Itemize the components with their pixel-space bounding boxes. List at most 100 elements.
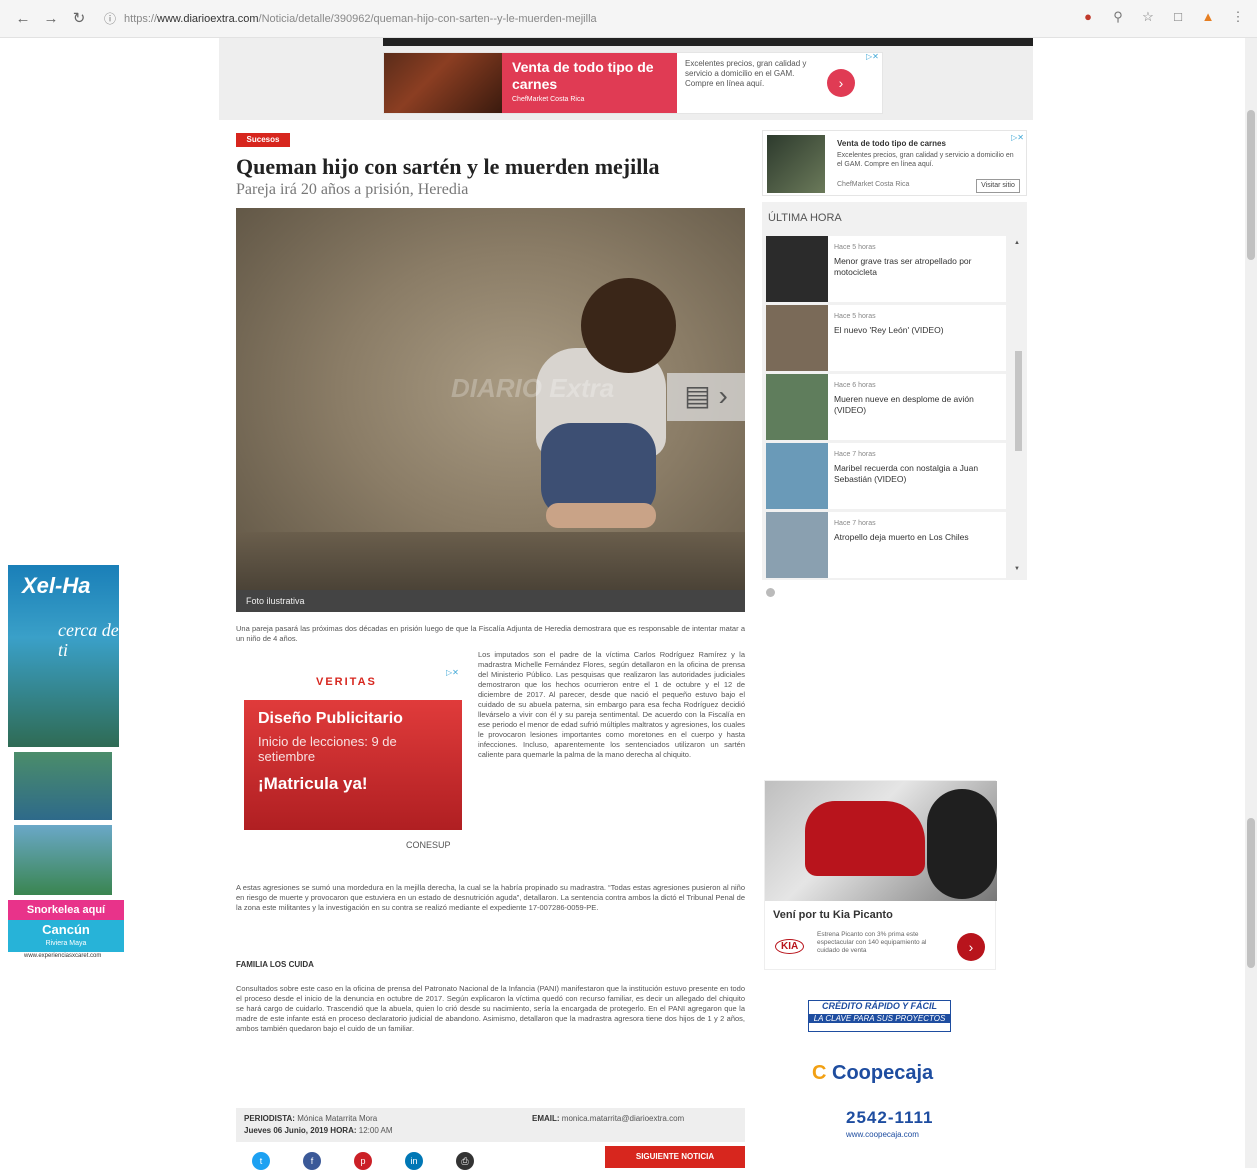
address-bar[interactable]: ⓘ https:// www.diarioextra.com /Noticia/… <box>104 10 597 27</box>
info-icon[interactable] <box>766 588 775 597</box>
news-time: Hace 7 horas <box>834 451 876 458</box>
coop-brand: Coopecaja <box>832 1062 934 1084</box>
news-thumbnail <box>766 512 828 578</box>
article-body-column: Los imputados son el padre de la víctima… <box>478 650 745 759</box>
adchoices-icon[interactable]: ▷✕ <box>446 668 459 677</box>
ad-footer: CONESUP <box>406 840 451 850</box>
top-ad[interactable]: Venta de todo tipo de carnes ChefMarket … <box>383 52 883 114</box>
left-skyscraper-ad[interactable]: ▷✕ Xel-Ha cerca de ti Snorkelea aquí Can… <box>8 565 124 960</box>
linkedin-icon[interactable]: in <box>405 1152 423 1170</box>
adchoices-icon[interactable]: ▷✕ <box>866 52 879 61</box>
latest-news-list: Hace 5 horas Menor grave tras ser atrope… <box>766 236 1008 578</box>
ad-logo: VERITAS <box>316 676 377 688</box>
scrollbar-thumb[interactable] <box>1247 110 1255 260</box>
latest-news-scrollbar[interactable]: ▲ ▼ <box>1012 236 1024 576</box>
zoom-icon[interactable]: ⚲ <box>1109 8 1127 26</box>
article-body: Consultados sobre este caso en la oficin… <box>236 984 745 1033</box>
car-graphic <box>805 801 925 876</box>
article-headline: Queman hijo con sartén y le muerden meji… <box>236 154 660 179</box>
reload-icon[interactable]: ↻ <box>68 8 90 30</box>
photo-child-head <box>581 278 676 373</box>
ad-image <box>384 53 502 113</box>
coopecaja-logo[interactable]: C Coopecaja <box>812 1062 933 1085</box>
list-item[interactable]: Hace 5 horas El nuevo 'Rey León' (VIDEO) <box>766 305 1006 371</box>
ad-image <box>767 135 825 193</box>
inline-ad[interactable]: ▷✕ VERITAS Diseño Publicitario Inicio de… <box>236 668 466 858</box>
info-icon[interactable]: ⓘ <box>104 10 116 27</box>
print-icon[interactable]: ⎙ <box>456 1152 474 1170</box>
chevron-right-icon[interactable]: › <box>827 69 855 97</box>
news-title: Atropello deja muerto en Los Chiles <box>834 532 969 542</box>
ad-banner: Diseño Publicitario Inicio de lecciones:… <box>244 700 462 830</box>
page-scrollbar[interactable] <box>1245 38 1257 1168</box>
list-item[interactable]: Hace 7 horas Atropello deja muerto en Lo… <box>766 512 1006 578</box>
scrollbar-thumb[interactable] <box>1247 818 1255 968</box>
adchoices-icon[interactable]: ▷✕ <box>1011 133 1024 142</box>
article-subhead: Pareja irá 20 años a prisión, Heredia <box>236 181 469 198</box>
photo-watermark: DIARIO Extra <box>451 373 615 403</box>
photo-floor <box>236 532 745 592</box>
kia-ad[interactable]: Vení por tu Kia Picanto KIA Estrena Pica… <box>764 780 997 970</box>
ad-title: Vení por tu Kia Picanto <box>773 909 893 921</box>
next-article-button[interactable]: SIGUIENTE NOTICIA <box>605 1146 745 1168</box>
scrollbar-thumb[interactable] <box>1015 351 1022 451</box>
chevron-right-icon[interactable]: › <box>957 933 985 961</box>
ad-description: Estrena Picanto con 3% prima este espect… <box>817 931 927 954</box>
visit-site-button[interactable]: Visitar sitio <box>976 179 1020 193</box>
coopecaja-banner[interactable]: CRÉDITO RÁPIDO Y FÁCIL LA CLAVE PARA SUS… <box>808 1000 951 1032</box>
scroll-down-icon[interactable]: ▼ <box>1014 566 1020 572</box>
hero-photo[interactable]: DIARIO Extra ▤ › Foto ilustrativa <box>236 208 745 612</box>
news-title: Mueren nueve en desplome de avión (VIDEO… <box>834 394 974 415</box>
coop-line2: LA CLAVE PARA SUS PROYECTOS <box>809 1014 950 1023</box>
list-item[interactable]: Hace 6 horas Mueren nueve en desplome de… <box>766 374 1006 440</box>
scroll-up-icon[interactable]: ▲ <box>1014 240 1020 246</box>
list-item[interactable]: Hace 5 horas Menor grave tras ser atrope… <box>766 236 1006 302</box>
journalist-email[interactable]: monica.matarrita@diarioextra.com <box>562 1114 684 1123</box>
tire-graphic <box>927 789 997 899</box>
ad-url: www.experienciasxcaret.com <box>24 953 102 959</box>
pinterest-icon[interactable]: p <box>354 1152 372 1170</box>
ad-description: Excelentes precios, gran calidad y servi… <box>837 152 1014 168</box>
ad-brand: ChefMarket Costa Rica <box>512 96 585 103</box>
news-thumbnail <box>766 443 828 509</box>
article-lead: Una pareja pasará las próximas dos décad… <box>236 624 745 643</box>
photo-child-feet <box>546 503 656 528</box>
journalist-name: Mónica Matarrita Mora <box>297 1114 378 1123</box>
article-subtitle: FAMILIA LOS CUIDA <box>236 960 314 969</box>
ad-image <box>765 781 997 901</box>
sidebar-ad[interactable]: Venta de todo tipo de carnes Excelentes … <box>762 130 1027 196</box>
star-icon[interactable]: ☆ <box>1139 8 1157 26</box>
ad-description: Excelentes precios, gran calidad y servi… <box>685 59 807 88</box>
extension-icon[interactable]: ▲ <box>1199 8 1217 26</box>
news-title: El nuevo 'Rey León' (VIDEO) <box>834 325 944 335</box>
forward-icon[interactable]: → <box>40 8 62 30</box>
coop-phone: 2542-1111 <box>846 1108 934 1127</box>
news-time: Hace 6 horas <box>834 382 876 389</box>
news-thumbnail <box>766 305 828 371</box>
twitter-icon[interactable]: t <box>252 1152 270 1170</box>
article-body: A estas agresiones se sumó una mordedura… <box>236 883 745 912</box>
ad-line2: Inicio de lecciones: 9 de setiembre <box>258 734 397 764</box>
ad-image: Xel-Ha cerca de ti <box>8 565 119 747</box>
back-icon[interactable]: ← <box>12 8 34 30</box>
extension-icon[interactable]: ● <box>1079 8 1097 26</box>
news-time: Hace 5 horas <box>834 313 876 320</box>
photo-caption: Foto ilustrativa <box>236 590 745 612</box>
browser-toolbar: ← → ↻ ⓘ https:// www.diarioextra.com /No… <box>0 0 1257 38</box>
menu-icon[interactable]: ⋮ <box>1229 8 1247 26</box>
ad-headline-box: Venta de todo tipo de carnes ChefMarket … <box>502 53 677 113</box>
time-label: HORA: <box>330 1126 357 1135</box>
news-title: Maribel recuerda con nostalgia a Juan Se… <box>834 463 979 484</box>
section-tag[interactable]: Sucesos <box>236 133 290 147</box>
news-title: Menor grave tras ser atropellado por mot… <box>834 256 972 277</box>
ad-tagline: cerca de ti <box>58 620 119 660</box>
kia-logo: KIA <box>775 939 805 954</box>
site-nav-bar <box>383 38 1033 46</box>
list-item[interactable]: Hace 7 horas Maribel recuerda con nostal… <box>766 443 1006 509</box>
gallery-next-icon[interactable]: ▤ › <box>667 373 745 421</box>
news-thumbnail <box>766 374 828 440</box>
ad-image <box>14 752 112 820</box>
facebook-icon[interactable]: f <box>303 1152 321 1170</box>
coop-web[interactable]: www.coopecaja.com <box>846 1130 919 1139</box>
extension-icon[interactable]: □ <box>1169 8 1187 26</box>
